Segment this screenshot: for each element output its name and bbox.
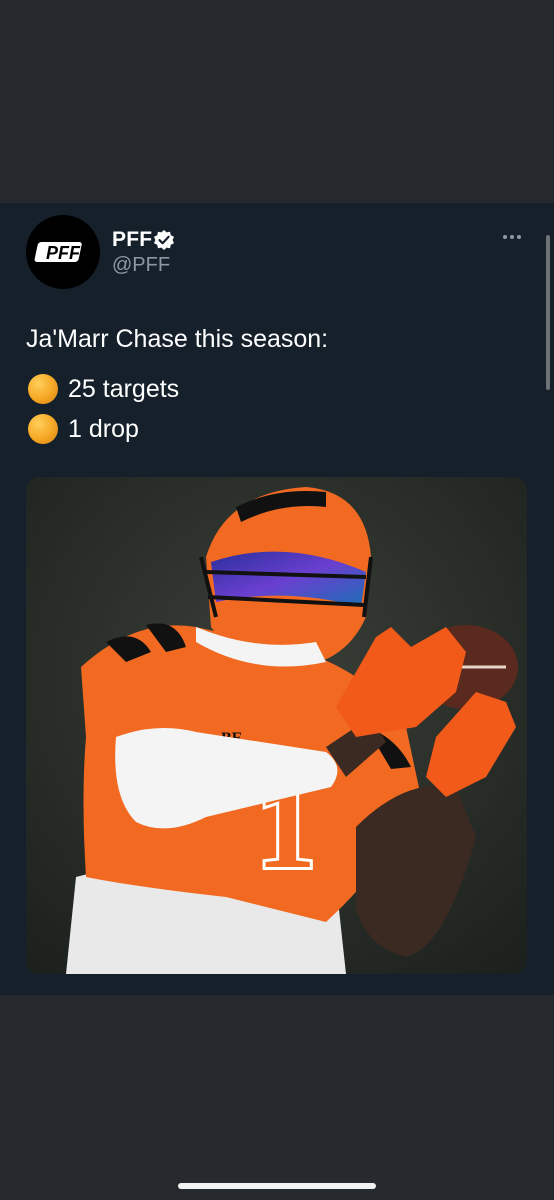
home-indicator[interactable] xyxy=(178,1183,376,1189)
scrollbar-thumb[interactable] xyxy=(546,235,550,390)
author-name[interactable]: PFF xyxy=(112,228,152,252)
tweet-text-line: Ja'Marr Chase this season: xyxy=(26,325,329,353)
orange-circle-icon xyxy=(28,374,58,404)
more-options-icon[interactable] xyxy=(503,229,527,245)
tweet-text-line: 1 drop xyxy=(68,415,139,443)
tweet-media-photo[interactable]: 1 BE xyxy=(26,477,527,974)
tweet-text-line: 25 targets xyxy=(68,375,180,403)
orange-circle-icon xyxy=(28,414,58,444)
pff-logo-text: PFF xyxy=(46,243,81,263)
author-handle[interactable]: @PFF xyxy=(112,254,170,277)
bottom-blank-area xyxy=(0,995,554,1200)
verified-badge-icon xyxy=(153,229,175,251)
avatar[interactable]: PFF xyxy=(26,215,100,289)
top-blank-area xyxy=(0,0,554,203)
